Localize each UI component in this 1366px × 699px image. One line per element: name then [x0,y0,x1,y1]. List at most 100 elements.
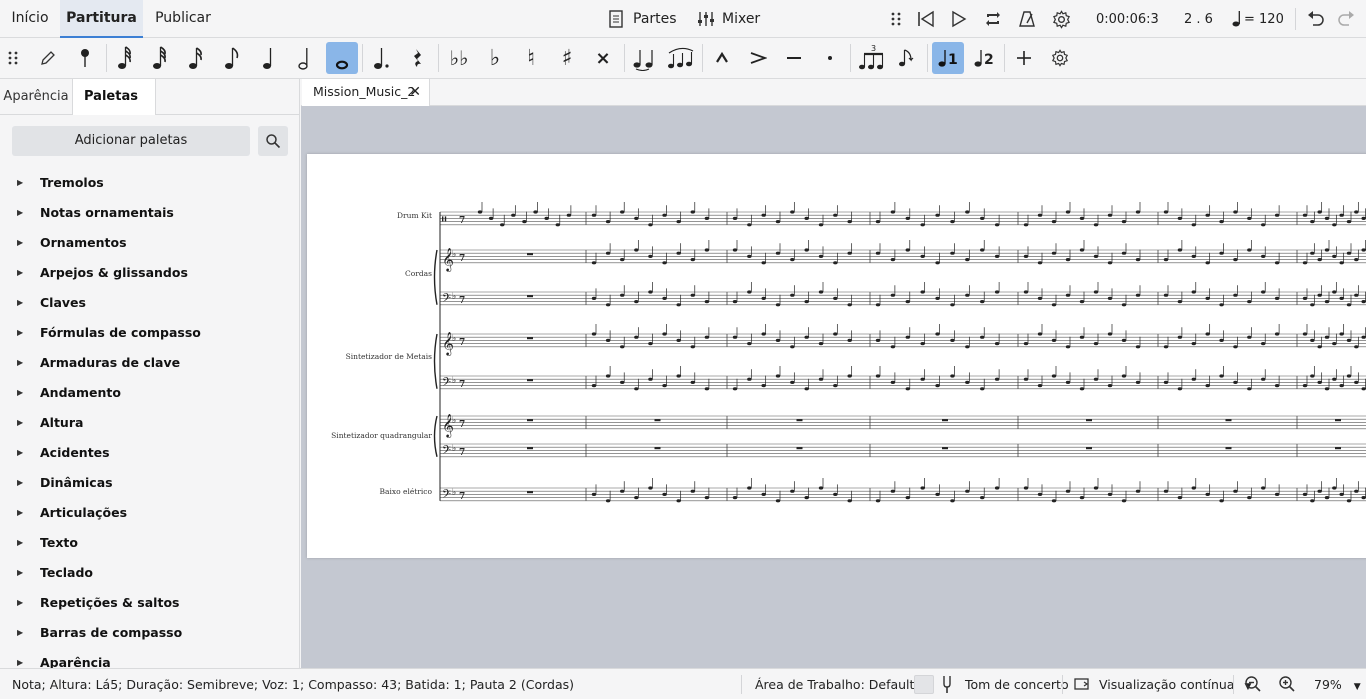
mixer-button[interactable]: Mixer [696,0,760,38]
palette-item[interactable]: ▶ Articulações [0,498,300,528]
palette-item[interactable]: ▶ Dinâmicas [0,468,300,498]
duration-whole-button[interactable] [326,42,358,74]
metronome-button[interactable] [1018,0,1036,38]
pin-button[interactable] [69,42,101,74]
toolbar-settings-button[interactable] [1044,42,1076,74]
tab-score[interactable]: Partitura [60,0,143,38]
natural-button[interactable]: ♮ [515,42,547,74]
add-palettes-button[interactable]: Adicionar paletas [12,126,250,156]
expand-arrow-icon[interactable]: ▶ [17,288,23,318]
zoom-in-button[interactable] [1278,669,1296,699]
expand-arrow-icon[interactable]: ▶ [17,198,23,228]
concert-pitch-checkbox[interactable] [914,675,934,694]
palette-item[interactable]: ▶ Tremolos [0,168,300,198]
palette-item[interactable]: ▶ Ornamentos [0,228,300,258]
zoom-out-button[interactable] [1244,669,1262,699]
note-head [732,496,738,500]
document-tab[interactable]: Mission_Music_2 ✕ [302,79,430,106]
note-head [1093,223,1099,227]
rest [942,447,948,450]
palette-item[interactable]: ▶ Fórmulas de compasso [0,318,300,348]
duration-64th-button[interactable] [110,42,142,74]
slur-button[interactable] [664,42,698,74]
expand-arrow-icon[interactable]: ▶ [17,348,23,378]
play-button[interactable] [950,0,968,38]
tab-publish[interactable]: Publicar [146,0,220,38]
toolbar-drag-handle[interactable] [889,0,903,38]
undo-button[interactable] [1306,0,1326,38]
zoom-level-selector[interactable]: 79% ▼ [1314,669,1361,699]
duration-half-button[interactable] [289,42,321,74]
note-head [1205,492,1210,496]
score-page[interactable]: 𝄥 7 𝄞 ♭ 7 𝄢 ♭ 7 𝄞 ♭ 7 𝄢 ♭ 7 𝄞 ♭ 7 𝄢 ♭ 7 𝄢 ♭ 7 Drum Kit Cordas Sin… [307,154,1366,558]
note-input-button[interactable] [32,42,64,74]
note-head [818,290,824,294]
score-view[interactable]: 𝄥 7 𝄞 ♭ 7 𝄢 ♭ 7 𝄞 ♭ 7 𝄢 ♭ 7 𝄞 ♭ 7 𝄢 ♭ 7 𝄢 ♭ 7 Drum Kit Cordas Sin… [301,106,1366,668]
marcato-button[interactable] [706,42,738,74]
double-sharp-button[interactable]: × [587,42,619,74]
expand-arrow-icon[interactable]: ▶ [17,228,23,258]
palette-item[interactable]: ▶ Texto [0,528,300,558]
palette-item[interactable]: ▶ Teclado [0,558,300,588]
palette-item[interactable]: ▶ Altura [0,408,300,438]
add-button[interactable] [1008,42,1040,74]
expand-arrow-icon[interactable]: ▶ [17,378,23,408]
voice-1-button[interactable]: 1 [932,42,964,74]
double-flat-button[interactable]: ♭♭ [443,42,475,74]
palette-search-button[interactable] [258,126,288,156]
rest [1225,419,1232,422]
flat-button[interactable]: ♭ [479,42,511,74]
expand-arrow-icon[interactable]: ▶ [17,168,23,198]
staccato-button[interactable] [814,42,846,74]
duration-32nd-button[interactable] [145,42,177,74]
score-notation[interactable]: 𝄥 7𝄞♭ 7𝄢 ♭ 7𝄞♭ 7𝄢 ♭ 7𝄞♭ 7𝄢 ♭ 7𝄢 ♭ 7Drum KitCordasSin… [307,154,1366,558]
tie-button[interactable] [628,42,660,74]
concert-pitch-toggle[interactable]: Tom de concerto [941,669,1069,699]
voice-2-button[interactable]: 2 [968,42,1000,74]
palette-item[interactable]: ▶ Acidentes [0,438,300,468]
expand-arrow-icon[interactable]: ▶ [17,258,23,288]
expand-arrow-icon[interactable]: ▶ [17,438,23,468]
palette-item[interactable]: ▶ Notas ornamentais [0,198,300,228]
tenuto-button[interactable] [778,42,810,74]
palette-item[interactable]: ▶ Barras de compasso [0,618,300,648]
tab-home[interactable]: Início [0,0,60,38]
duration-16th-button[interactable] [181,42,213,74]
tuplet-button[interactable]: 3 [855,42,889,74]
accent-button[interactable] [742,42,774,74]
expand-arrow-icon[interactable]: ▶ [17,408,23,438]
view-mode-selector[interactable]: Visualização contínua ▼ [1074,669,1251,699]
workspace-selector[interactable]: Área de Trabalho: Default [755,669,914,699]
augmentation-dot-button[interactable] [366,42,398,74]
palette-item[interactable]: ▶ Armaduras de clave [0,348,300,378]
rest-button[interactable] [402,42,434,74]
duration-quarter-button[interactable] [253,42,285,74]
expand-arrow-icon[interactable]: ▶ [17,528,23,558]
expand-arrow-icon[interactable]: ▶ [17,588,23,618]
note-head [1177,496,1183,500]
close-icon[interactable]: ✕ [409,79,421,105]
rewind-button[interactable] [916,0,936,38]
expand-arrow-icon[interactable]: ▶ [17,468,23,498]
loop-button[interactable] [983,0,1003,38]
expand-arrow-icon[interactable]: ▶ [17,618,23,648]
palette-item[interactable]: ▶ Repetições & saltos [0,588,300,618]
flip-direction-button[interactable] [891,42,923,74]
note-toolbar-drag-handle[interactable] [0,42,26,74]
expand-arrow-icon[interactable]: ▶ [17,318,23,348]
tab-appearance[interactable]: Aparência [0,79,72,115]
expand-arrow-icon[interactable]: ▶ [17,498,23,528]
redo-button[interactable] [1336,0,1356,38]
palette-item[interactable]: ▶ Andamento [0,378,300,408]
palette-item[interactable]: ▶ Claves [0,288,300,318]
note-head [1354,210,1359,214]
note-head [732,216,738,220]
palette-item[interactable]: ▶ Arpejos & glissandos [0,258,300,288]
playback-settings-button[interactable] [1052,0,1071,38]
note-head [1037,296,1043,300]
expand-arrow-icon[interactable]: ▶ [17,558,23,588]
duration-eighth-button[interactable] [217,42,249,74]
sharp-button[interactable]: ♯ [551,42,583,74]
parts-button[interactable]: Partes [608,0,677,38]
tab-palettes[interactable]: Paletas ··· [72,79,156,140]
